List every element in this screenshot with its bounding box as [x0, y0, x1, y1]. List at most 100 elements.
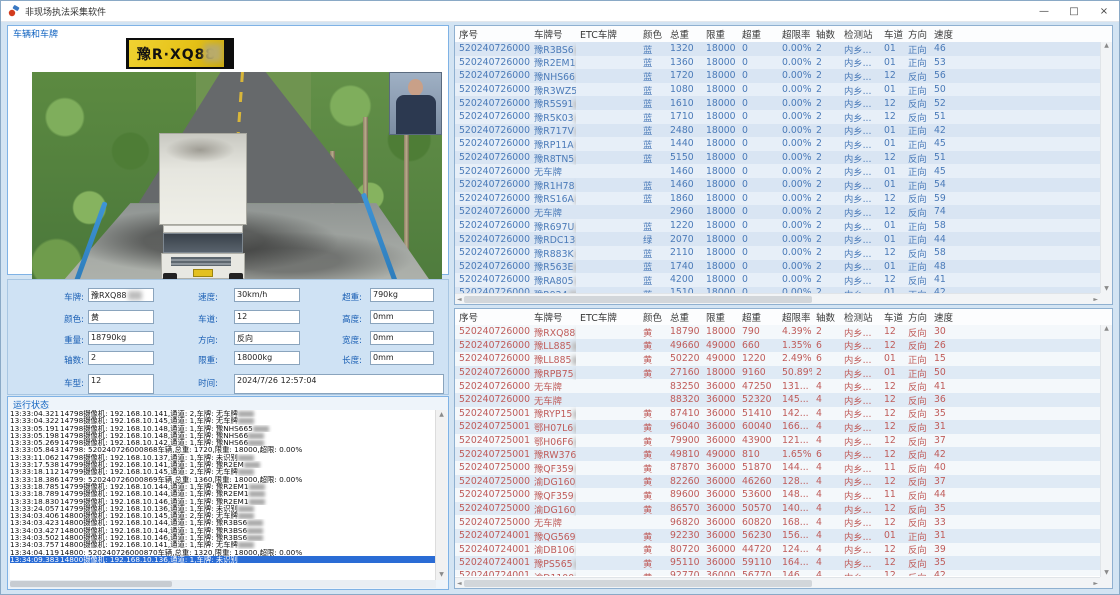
- col-header-seq[interactable]: 序号: [455, 310, 530, 324]
- hscroll-thumb[interactable]: [464, 296, 812, 303]
- log-vscrollbar[interactable]: ▲ ▼: [435, 410, 447, 580]
- table-row[interactable]: 520240726000857豫R697U蓝12201800000.00%2内乡…: [455, 219, 1100, 233]
- table-row[interactable]: 520240726000869豫R2EM1蓝13601800000.00%2内乡…: [455, 56, 1100, 70]
- field-颜色[interactable]: 黄: [88, 310, 154, 324]
- table-row[interactable]: 520240726000852豫R924蓝15101800000.00%2内乡0…: [455, 287, 1100, 293]
- table-hscrollbar[interactable]: ◄►: [455, 577, 1100, 588]
- table-row[interactable]: 520240726000867豫R3WZ5蓝10801800000.00%2内乡…: [455, 83, 1100, 97]
- table-row[interactable]: 520240726000861无车牌14601800000.00%2内乡...0…: [455, 164, 1100, 178]
- table-row[interactable]: 520240726000865豫R5K03蓝17101800000.00%2内乡…: [455, 110, 1100, 124]
- table-row[interactable]: 520240726000863豫RP11A蓝14401800000.00%2内乡…: [455, 137, 1100, 151]
- scroll-down-arrow[interactable]: ▼: [1104, 569, 1109, 577]
- col-header-seq[interactable]: 序号: [455, 27, 530, 41]
- field-车道[interactable]: 12: [234, 310, 300, 324]
- table-row[interactable]: 520240724001671豫QG569黄922303600056230156…: [455, 529, 1100, 543]
- col-header-axles[interactable]: 轴数: [812, 27, 840, 41]
- field-长度[interactable]: 0mm: [370, 351, 434, 365]
- close-button[interactable]: ×: [1089, 1, 1119, 21]
- table-row[interactable]: 520240726000856豫RDC13绿20701800000.00%2内乡…: [455, 232, 1100, 246]
- table-row[interactable]: 520240725000008无车牌968203600060820168...4…: [455, 515, 1100, 529]
- scroll-down-arrow[interactable]: ▼: [436, 570, 447, 580]
- log-entry[interactable]: 13:33:18.83014799摄像机: 192.168.10.146,通道:…: [10, 498, 436, 505]
- log-entry[interactable]: 13:34:04.11914800: 520240726000870车辆,总重:…: [10, 549, 436, 556]
- field-宽度[interactable]: 0mm: [370, 331, 434, 345]
- log-entry[interactable]: 13:34:03.75714800摄像机: 192.168.10.141,通道:…: [10, 541, 436, 548]
- col-header-gross-weight[interactable]: 总重: [666, 27, 702, 41]
- col-header-gross-weight[interactable]: 总重: [666, 310, 702, 324]
- table-row[interactable]: 520240724001579渝DB106黄807203600044720124…: [455, 543, 1100, 557]
- table-row[interactable]: 520240725001455鄂H06F6黄799003600043900121…: [455, 434, 1100, 448]
- table-row[interactable]: 520240726000859豫RS16A蓝18601800000.00%2内乡…: [455, 192, 1100, 206]
- log-entry[interactable]: 13:34:03.50214800摄像机: 192.168.10.146,通道:…: [10, 534, 436, 541]
- scroll-down-arrow[interactable]: ▼: [1104, 285, 1109, 293]
- log-entry[interactable]: 13:33:18.78914799摄像机: 192.168.10.144,通道:…: [10, 490, 436, 497]
- table-row[interactable]: 520240726000862豫R8TN5蓝51501800000.00%2内乡…: [455, 151, 1100, 165]
- col-header-direction[interactable]: 方向: [904, 310, 930, 324]
- table-hscrollbar[interactable]: ◄►: [455, 293, 1100, 304]
- col-header-limit-weight[interactable]: 限重: [702, 27, 738, 41]
- field-时间[interactable]: 2024/7/26 12:57:04: [234, 374, 444, 394]
- table-row[interactable]: 520240726000855豫R883K蓝21101800000.00%2内乡…: [455, 246, 1100, 260]
- table-row[interactable]: 520240724001460渝D1100黄927703600056770146…: [455, 570, 1100, 576]
- log-entry[interactable]: 13:34:09.38314800摄像机: 192.168.10.136,通道:…: [10, 556, 436, 563]
- table-row[interactable]: 520240726000305豫LL885黄502204900012202.49…: [455, 352, 1100, 366]
- field-轴数[interactable]: 2: [88, 351, 154, 365]
- log-entry[interactable]: 13:33:18.38614799: 520240726000869车辆,总重:…: [10, 476, 436, 483]
- table-vscrollbar[interactable]: ▲▼: [1100, 42, 1112, 293]
- table-row[interactable]: 520240725000011渝DG160黄865703600050570140…: [455, 502, 1100, 516]
- col-header-lane[interactable]: 车道: [880, 27, 904, 41]
- log-entry[interactable]: 13:33:04.32114798摄像机: 192.168.10.141,通道:…: [10, 410, 436, 417]
- table-row[interactable]: 520240726000348豫LL885黄49660490006601.35%…: [455, 339, 1100, 353]
- table-row[interactable]: 520240726000866豫R5S91蓝16101800000.00%2内乡…: [455, 96, 1100, 110]
- table-vscrollbar[interactable]: ▲▼: [1100, 325, 1112, 577]
- log-entry[interactable]: 13:34:03.42714800摄像机: 192.168.10.144,通道:…: [10, 527, 436, 534]
- table-row[interactable]: 520240725000032渝DG160黄822603600046260128…: [455, 475, 1100, 489]
- table-row[interactable]: 520240725000014豫QF359黄896003600053600148…: [455, 488, 1100, 502]
- field-车牌[interactable]: 豫RXQ88: [88, 288, 154, 302]
- col-header-color[interactable]: 颜色: [639, 27, 666, 41]
- hscroll-thumb[interactable]: [464, 580, 812, 587]
- table-row[interactable]: 520240726000152豫RPB75黄2716018000916050.8…: [455, 366, 1100, 380]
- scroll-up-arrow[interactable]: ▲: [1104, 42, 1109, 50]
- scroll-up-arrow[interactable]: ▲: [1104, 325, 1109, 333]
- col-header-speed[interactable]: 速度: [930, 27, 957, 41]
- log-entry[interactable]: 13:33:17.53814799摄像机: 192.168.10.141,通道:…: [10, 461, 436, 468]
- table-row[interactable]: 520240726000864豫R717V蓝24801800000.00%2内乡…: [455, 124, 1100, 138]
- col-header-color[interactable]: 颜色: [639, 310, 666, 324]
- table-row[interactable]: 520240725001631鄂H07L6黄960403600060040166…: [455, 420, 1100, 434]
- col-header-plate[interactable]: 车牌号: [530, 310, 576, 324]
- table-row[interactable]: 520240726000854豫R563E蓝17401800000.00%2内乡…: [455, 260, 1100, 274]
- col-header-plate[interactable]: 车牌号: [530, 27, 576, 41]
- field-方向[interactable]: 反向: [234, 331, 300, 345]
- scroll-left-arrow[interactable]: ◄: [457, 580, 462, 587]
- table-row[interactable]: 520240726000860豫R1H78蓝14601800000.00%2内乡…: [455, 178, 1100, 192]
- log-entry[interactable]: 13:33:11.06214798摄像机: 192.168.10.137,通道:…: [10, 454, 436, 461]
- col-header-etc-plate[interactable]: ETC车牌: [576, 27, 639, 41]
- log-entry[interactable]: 13:34:03.40614800摄像机: 192.168.10.145,通道:…: [10, 512, 436, 519]
- table-row[interactable]: 520240726000024无车牌832503600047250131...4…: [455, 379, 1100, 393]
- col-header-over-rate[interactable]: 超限率: [778, 27, 812, 41]
- table-row[interactable]: 520240726000870豫R3BS6蓝13201800000.00%2内乡…: [455, 42, 1100, 56]
- log-entry[interactable]: 13:33:18.78514799摄像机: 192.168.10.144,通道:…: [10, 483, 436, 490]
- table-row[interactable]: 520240726000853豫RA805蓝42001800000.00%2内乡…: [455, 273, 1100, 287]
- col-header-speed[interactable]: 速度: [930, 310, 957, 324]
- scroll-right-arrow[interactable]: ►: [1093, 580, 1098, 587]
- log-entry[interactable]: 13:33:24.05714799摄像机: 192.168.10.136,通道:…: [10, 505, 436, 512]
- field-重量[interactable]: 18790kg: [88, 331, 154, 345]
- col-header-over-weight[interactable]: 超重: [738, 310, 778, 324]
- maximize-button[interactable]: □: [1059, 1, 1089, 21]
- col-header-station[interactable]: 检测站: [840, 27, 880, 41]
- field-高度[interactable]: 0mm: [370, 310, 434, 324]
- col-header-lane[interactable]: 车道: [880, 310, 904, 324]
- col-header-limit-weight[interactable]: 限重: [702, 310, 738, 324]
- scroll-up-arrow[interactable]: ▲: [436, 410, 447, 420]
- col-header-station[interactable]: 检测站: [840, 310, 880, 324]
- minimize-button[interactable]: —: [1029, 1, 1059, 21]
- field-速度[interactable]: 30km/h: [234, 288, 300, 302]
- log-entry[interactable]: 13:33:18.11214799摄像机: 192.168.10.145,通道:…: [10, 468, 436, 475]
- col-header-etc-plate[interactable]: ETC车牌: [576, 310, 639, 324]
- log-entry[interactable]: 13:33:05.19814798摄像机: 192.168.10.148,通道:…: [10, 432, 436, 439]
- col-header-over-rate[interactable]: 超限率: [778, 310, 812, 324]
- col-header-over-weight[interactable]: 超重: [738, 27, 778, 41]
- field-超重[interactable]: 790kg: [370, 288, 434, 302]
